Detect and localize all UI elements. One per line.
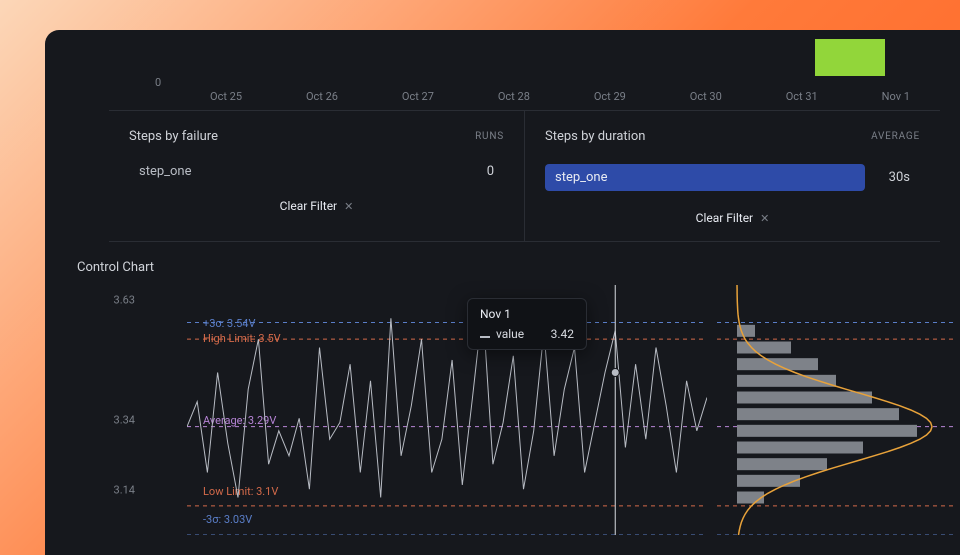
axis-tick: Oct 30 bbox=[690, 90, 722, 103]
duration-clear-filter[interactable]: Clear Filter ✕ bbox=[545, 211, 920, 225]
axis-tick: Oct 28 bbox=[498, 90, 530, 103]
duration-panel-title: Steps by duration bbox=[545, 129, 645, 144]
control-chart-title: Control Chart bbox=[77, 260, 940, 275]
clear-filter-label: Clear Filter bbox=[280, 199, 338, 213]
activity-bar-chart: 0 Oct 25 Oct 26 Oct 27 Oct 28 Oct 29 Oct… bbox=[45, 30, 960, 110]
close-icon: ✕ bbox=[760, 212, 769, 225]
failure-clear-filter[interactable]: Clear Filter ✕ bbox=[129, 199, 504, 213]
axis-tick: Oct 29 bbox=[594, 90, 626, 103]
date-axis: Oct 25 Oct 26 Oct 27 Oct 28 Oct 29 Oct 3… bbox=[210, 90, 910, 103]
activity-bar-nov1 bbox=[815, 39, 885, 76]
control-line-chart[interactable] bbox=[187, 285, 707, 535]
y-zero-label: 0 bbox=[155, 76, 161, 89]
failure-step-name: step_one bbox=[139, 164, 192, 179]
y-tick-top: 3.63 bbox=[95, 294, 135, 307]
control-chart-area: 3.63 3.34 3.14 +3σ: 3.54V High Limit: 3.… bbox=[77, 285, 940, 545]
y-tick-mid: 3.34 bbox=[95, 414, 135, 427]
axis-tick: Oct 31 bbox=[786, 90, 818, 103]
duration-panel-caption: AVERAGE bbox=[871, 131, 920, 142]
axis-tick: Nov 1 bbox=[882, 90, 910, 103]
failure-panel-title: Steps by failure bbox=[129, 129, 218, 144]
y-tick-bot: 3.14 bbox=[95, 484, 135, 497]
app-window: 0 Oct 25 Oct 26 Oct 27 Oct 28 Oct 29 Oct… bbox=[45, 30, 960, 555]
axis-tick: Oct 27 bbox=[402, 90, 434, 103]
steps-by-duration-panel: Steps by duration AVERAGE step_one 30s C… bbox=[524, 111, 940, 241]
close-icon: ✕ bbox=[344, 200, 353, 213]
distribution-histogram[interactable] bbox=[717, 285, 957, 535]
tooltip-value: 3.42 bbox=[551, 327, 574, 341]
duration-step-row[interactable]: step_one 30s bbox=[545, 158, 920, 197]
axis-tick: Oct 25 bbox=[210, 90, 242, 103]
failure-step-value: 0 bbox=[487, 164, 494, 179]
duration-step-value: 30s bbox=[889, 170, 910, 185]
clear-filter-label: Clear Filter bbox=[696, 211, 754, 225]
duration-step-name: step_one bbox=[545, 164, 865, 191]
failure-step-row[interactable]: step_one 0 bbox=[129, 158, 504, 185]
tooltip-series-label: value bbox=[496, 327, 524, 341]
tooltip-date: Nov 1 bbox=[480, 307, 574, 321]
series-marker-icon bbox=[480, 336, 490, 338]
failure-panel-caption: RUNS bbox=[475, 131, 504, 142]
axis-tick: Oct 26 bbox=[306, 90, 338, 103]
chart-tooltip: Nov 1 value 3.42 bbox=[467, 298, 587, 350]
control-chart-section: Control Chart 3.63 3.34 3.14 +3σ: 3.54V … bbox=[45, 242, 960, 545]
steps-by-failure-panel: Steps by failure RUNS step_one 0 Clear F… bbox=[109, 111, 524, 241]
steps-panels: Steps by failure RUNS step_one 0 Clear F… bbox=[109, 110, 940, 242]
